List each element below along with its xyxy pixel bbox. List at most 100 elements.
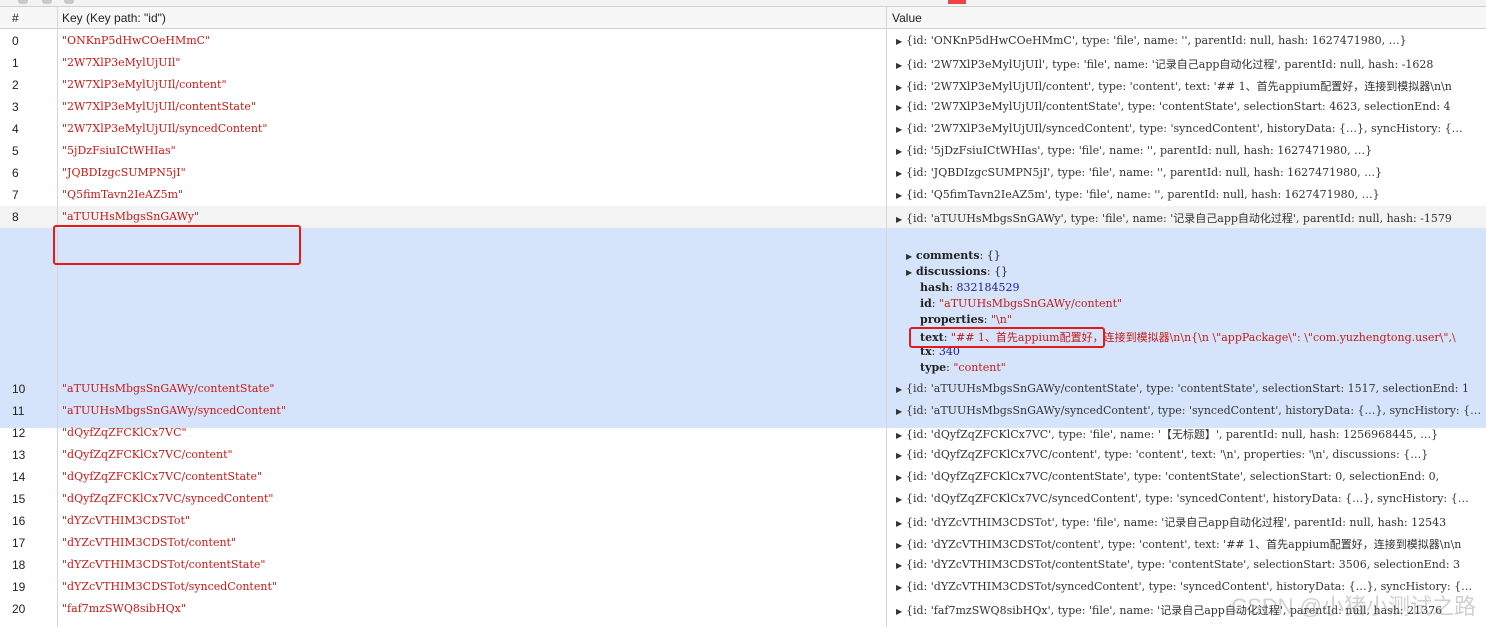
row-key: "Q5fimTavn2IeAZ5m" — [62, 188, 184, 201]
row-value-text: {id: 'aTUUHsMbgsSnGAWy/syncedContent', t… — [906, 404, 1482, 417]
highlight-box-key — [53, 225, 301, 265]
toolbar-icon[interactable] — [18, 0, 28, 4]
column-header-index[interactable]: # — [12, 11, 19, 25]
table-row[interactable]: 1 "2W7XlP3eMylUjUIl" ▶ {id: '2W7XlP3eMylUjU… — [0, 52, 1486, 74]
table-row[interactable]: 14 "dQyfZqZFCKlCx7VC/contentState" ▶ {id: '… — [0, 466, 1486, 488]
prop-key: id — [920, 297, 932, 310]
row-value-text: {id: 'dYZcVTHIM3CDSTot', type: 'file', n… — [906, 516, 1447, 529]
row-value-text: {id: 'JQBDIzgcSUMPN5jI', type: 'file', n… — [906, 166, 1383, 179]
column-divider[interactable] — [886, 7, 887, 627]
row-key: "dYZcVTHIM3CDSTot/contentState" — [62, 558, 266, 571]
row-value-text: {id: '5jDzFsiuICtWHIas', type: 'file', n… — [906, 144, 1373, 157]
prop-value: "aTUUHsMbgsSnGAWy/content" — [939, 297, 1123, 310]
row-index: 1 — [12, 56, 19, 70]
row-value[interactable]: ▶ {id: 'aTUUHsMbgsSnGAWy', type: 'file', … — [896, 210, 1486, 226]
row-value-text: {id: 'dQyfZqZFCKlCx7VC/content', type: '… — [906, 448, 1429, 461]
row-key: "dQyfZqZFCKlCx7VC/syncedContent" — [62, 492, 274, 505]
row-value[interactable]: ▶ {id: '2W7XlP3eMylUjUIl/contentState', t… — [896, 100, 1486, 113]
table-row[interactable]: 17 "dYZcVTHIM3CDSTot/content" ▶ {id: 'dYZcV… — [0, 532, 1486, 554]
row-value[interactable]: ▶ {id: 'aTUUHsMbgsSnGAWy/syncedContent', … — [896, 404, 1486, 417]
warning-icon[interactable] — [948, 0, 966, 4]
row-key: "aTUUHsMbgsSnGAWy/contentState" — [62, 382, 275, 395]
toolbar-icon[interactable] — [42, 0, 52, 4]
expand-arrow-icon[interactable]: ▶ — [906, 268, 916, 277]
table-row[interactable]: 3 "2W7XlP3eMylUjUIl/contentState" ▶ {id: '2… — [0, 96, 1486, 118]
expand-arrow-icon[interactable]: ▶ — [896, 83, 906, 92]
watermark: CSDN @小猪小测试之路 — [1231, 594, 1476, 619]
row-index: 4 — [12, 122, 19, 136]
column-header-value[interactable]: Value — [892, 11, 922, 25]
toolbar-icon[interactable] — [64, 0, 74, 4]
table-row[interactable]: 2 "2W7XlP3eMylUjUIl/content" ▶ {id: '2W7XlP… — [0, 74, 1486, 96]
row-value[interactable]: ▶ {id: 'dYZcVTHIM3CDSTot/content', type: … — [896, 536, 1486, 552]
table-row[interactable]: 6 "JQBDIzgcSUMPN5jI" ▶ {id: 'JQBDIzgcSUMPN5… — [0, 162, 1486, 184]
expand-arrow-icon[interactable]: ▶ — [896, 473, 906, 482]
prop-key: discussions — [916, 265, 987, 278]
expand-arrow-icon[interactable]: ▶ — [896, 103, 906, 112]
table-header: # Key (Key path: "id") Value — [0, 7, 1486, 29]
row-value[interactable]: ▶ {id: 'dQyfZqZFCKlCx7VC', type: 'file', … — [896, 426, 1486, 442]
expand-arrow-icon[interactable]: ▶ — [896, 37, 906, 46]
expand-arrow-icon[interactable]: ▶ — [906, 252, 916, 261]
row-value[interactable]: ▶ {id: 'dYZcVTHIM3CDSTot/contentState', t… — [896, 558, 1486, 571]
row-value[interactable]: ▶ {id: 'JQBDIzgcSUMPN5jI', type: 'file', … — [896, 166, 1486, 179]
row-value-text: {id: '2W7XlP3eMylUjUIl/content', type: '… — [906, 80, 1452, 93]
column-divider[interactable] — [57, 7, 58, 627]
expanded-prop-hash: hash: 832184529 — [920, 281, 1020, 294]
row-value[interactable]: ▶ {id: 'dQyfZqZFCKlCx7VC/content', type: … — [896, 448, 1486, 461]
row-value-text: {id: 'dYZcVTHIM3CDSTot/content', type: '… — [906, 538, 1462, 551]
expand-arrow-icon[interactable]: ▶ — [896, 191, 906, 200]
prop-value: {} — [986, 249, 1001, 262]
table-row[interactable]: 4 "2W7XlP3eMylUjUIl/syncedContent" ▶ {id: '… — [0, 118, 1486, 140]
row-value[interactable]: ▶ {id: '2W7XlP3eMylUjUIl', type: 'file', … — [896, 56, 1486, 72]
table-row[interactable]: 12 "dQyfZqZFCKlCx7VC" ▶ {id: 'dQyfZqZFCKlCx… — [0, 422, 1486, 444]
row-value-text: {id: '2W7XlP3eMylUjUIl/syncedContent', t… — [906, 122, 1463, 135]
expanded-prop-comments[interactable]: ▶ comments: {} — [906, 249, 1001, 262]
row-value-text: {id: 'dQyfZqZFCKlCx7VC/contentState', ty… — [906, 470, 1440, 483]
table-row[interactable]: 10 "aTUUHsMbgsSnGAWy/contentState" ▶ {id: '… — [0, 378, 1486, 400]
table-row[interactable]: 11 "aTUUHsMbgsSnGAWy/syncedContent" ▶ {id: … — [0, 400, 1486, 422]
expand-arrow-icon[interactable]: ▶ — [896, 541, 906, 550]
row-value[interactable]: ▶ {id: 'ONKnP5dHwCOeHMmC', type: 'file', … — [896, 34, 1486, 47]
expand-arrow-icon[interactable]: ▶ — [896, 451, 906, 460]
row-value-text: {id: 'dQyfZqZFCKlCx7VC/syncedContent', t… — [906, 492, 1469, 505]
expand-arrow-icon[interactable]: ▶ — [896, 583, 906, 592]
expanded-prop-discussions[interactable]: ▶ discussions: {} — [906, 265, 1008, 278]
table-row[interactable]: 5 "5jDzFsiuICtWHIas" ▶ {id: '5jDzFsiuICtWHI… — [0, 140, 1486, 162]
row-value[interactable]: ▶ {id: '2W7XlP3eMylUjUIl/syncedContent', … — [896, 122, 1486, 135]
expand-arrow-icon[interactable]: ▶ — [896, 519, 906, 528]
row-value[interactable]: ▶ {id: '2W7XlP3eMylUjUIl/content', type: … — [896, 78, 1486, 94]
prop-value: "content" — [953, 361, 1006, 374]
row-value[interactable]: ▶ {id: 'aTUUHsMbgsSnGAWy/contentState', t… — [896, 382, 1486, 395]
row-key: "faf7mzSWQ8sibHQx" — [62, 602, 186, 615]
row-key: "dQyfZqZFCKlCx7VC" — [62, 426, 187, 439]
table-row[interactable]: 7 "Q5fimTavn2IeAZ5m" ▶ {id: 'Q5fimTavn2IeAZ… — [0, 184, 1486, 206]
row-value[interactable]: ▶ {id: 'dQyfZqZFCKlCx7VC/contentState', t… — [896, 470, 1486, 483]
row-index: 12 — [12, 426, 26, 440]
expand-arrow-icon[interactable]: ▶ — [896, 607, 906, 616]
table-row[interactable]: 0 "ONKnP5dHwCOeHMmC" ▶ {id: 'ONKnP5dHwCOeHM… — [0, 30, 1486, 52]
expand-arrow-icon[interactable]: ▶ — [896, 561, 906, 570]
expand-arrow-icon[interactable]: ▶ — [896, 385, 906, 394]
column-header-key[interactable]: Key (Key path: "id") — [62, 11, 166, 25]
row-value[interactable]: ▶ {id: 'dQyfZqZFCKlCx7VC/syncedContent', … — [896, 492, 1486, 505]
table-row[interactable]: 18 "dYZcVTHIM3CDSTot/contentState" ▶ {id: '… — [0, 554, 1486, 576]
expand-arrow-icon[interactable]: ▶ — [896, 431, 906, 440]
table-row[interactable]: 13 "dQyfZqZFCKlCx7VC/content" ▶ {id: 'dQyfZ… — [0, 444, 1486, 466]
row-value[interactable]: ▶ {id: '5jDzFsiuICtWHIas', type: 'file', … — [896, 144, 1486, 157]
expand-arrow-icon[interactable]: ▶ — [896, 61, 906, 70]
expand-arrow-icon[interactable]: ▶ — [896, 407, 906, 416]
row-index: 16 — [12, 514, 26, 528]
prop-key: type — [920, 361, 947, 374]
row-value[interactable]: ▶ {id: 'Q5fimTavn2IeAZ5m', type: 'file', … — [896, 188, 1486, 201]
table-row[interactable]: 16 "dYZcVTHIM3CDSTot" ▶ {id: 'dYZcVTHIM3CDS… — [0, 510, 1486, 532]
prop-value: "\n" — [990, 313, 1012, 326]
expand-arrow-icon[interactable]: ▶ — [896, 495, 906, 504]
expand-arrow-icon[interactable]: ▶ — [896, 169, 906, 178]
expand-arrow-icon[interactable]: ▶ — [896, 147, 906, 156]
row-key: "dYZcVTHIM3CDSTot/content" — [62, 536, 237, 549]
table-row[interactable]: 15 "dQyfZqZFCKlCx7VC/syncedContent" ▶ {id: … — [0, 488, 1486, 510]
expand-arrow-icon[interactable]: ▶ — [896, 125, 906, 134]
expand-arrow-icon[interactable]: ▶ — [896, 215, 906, 224]
row-value[interactable]: ▶ {id: 'dYZcVTHIM3CDSTot', type: 'file', … — [896, 514, 1486, 530]
